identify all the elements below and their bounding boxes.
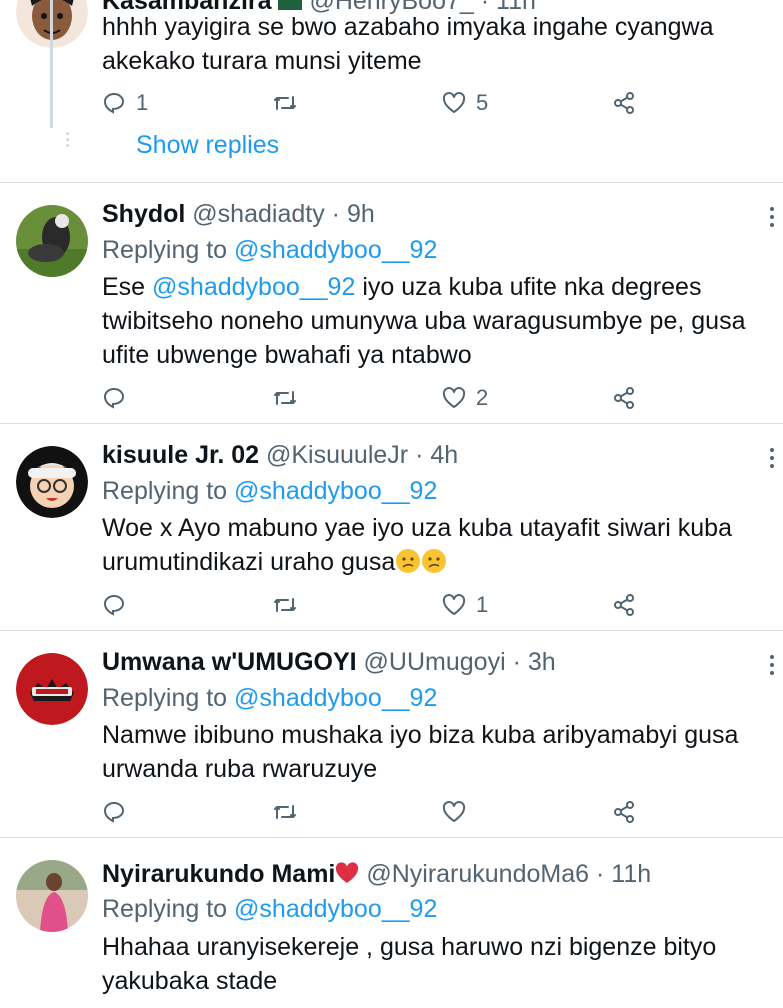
tweet[interactable]: Umwana w'UMUGOYI @UUmugoyi · 3h Replying… [0, 631, 783, 838]
retweet-button[interactable] [272, 383, 308, 413]
tweet-actions [102, 797, 662, 827]
tweet[interactable]: kisuule Jr. 02 @KisuuuleJr · 4h Replying… [0, 424, 783, 631]
share-button[interactable] [612, 797, 636, 827]
thread-dots [66, 132, 69, 150]
retweet-icon [274, 96, 296, 110]
share-icon [614, 92, 634, 114]
avatar[interactable] [16, 205, 88, 277]
like-button[interactable] [442, 797, 476, 827]
like-button[interactable]: 1 [442, 590, 488, 620]
display-name[interactable]: Umwana w'UMUGOYI [102, 648, 357, 676]
timestamp[interactable]: 11h [611, 860, 651, 888]
reply-button[interactable] [102, 797, 136, 827]
flag-icon [278, 0, 303, 10]
retweet-icon [274, 598, 296, 612]
show-replies-link[interactable]: Show replies [136, 130, 279, 160]
mention-link[interactable]: @shaddyboo__92 [234, 895, 437, 923]
tweet[interactable]: Nyirarukundo Mami @NyirarukundoMa6 · 11h… [0, 838, 783, 1008]
confused-face-icon [422, 549, 447, 573]
timestamp[interactable]: 9h [347, 200, 375, 228]
replying-prefix: Replying to [102, 895, 228, 923]
mention-link[interactable]: @shaddyboo__92 [234, 684, 437, 712]
reply-icon [103, 92, 125, 114]
replying-to: Replying to @shaddyboo__92 [102, 683, 437, 713]
separator: · [331, 200, 340, 228]
like-button[interactable]: 2 [442, 383, 488, 413]
handle[interactable]: @NyirarukundoMa6 [366, 860, 589, 888]
tweet[interactable]: Shydol @shadiadty · 9h Replying to @shad… [0, 183, 783, 424]
tweet-text: Ese @shaddyboo__92 iyo uza kuba ufite nk… [102, 270, 767, 372]
mention-link[interactable]: @shaddyboo__92 [234, 236, 437, 264]
timestamp[interactable]: 3h [528, 648, 556, 676]
thread-line [50, 0, 53, 128]
like-icon [442, 594, 466, 615]
like-icon [442, 387, 466, 408]
like-button[interactable]: 5 [442, 88, 488, 118]
tweet-header: Shydol @shadiadty · 9h [102, 199, 375, 229]
display-name[interactable]: kisuule Jr. 02 [102, 441, 259, 469]
replying-prefix: Replying to [102, 477, 228, 505]
avatar[interactable] [16, 446, 88, 518]
retweet-button[interactable] [272, 590, 308, 620]
avatar[interactable] [16, 653, 88, 725]
more-icon[interactable] [769, 655, 775, 679]
mention-link[interactable]: @shaddyboo__92 [152, 273, 355, 301]
share-button[interactable] [612, 590, 636, 620]
tweet-text: Namwe ibibuno mushaka iyo biza kuba arib… [102, 721, 739, 783]
tweet-header: kisuule Jr. 02 @KisuuuleJr · 4h [102, 440, 458, 470]
reply-icon [103, 387, 125, 409]
share-icon [614, 594, 634, 616]
reply-icon [103, 594, 125, 616]
tweet-text: Hhahaa uranyisekereje , gusa haruwo nzi … [102, 933, 717, 995]
text-prefix: Ese [102, 273, 146, 301]
confused-face-icon [396, 549, 421, 573]
handle[interactable]: @KisuuuleJr [266, 441, 408, 469]
retweet-icon [274, 391, 296, 405]
separator: · [595, 860, 605, 888]
reply-count: 1 [136, 90, 149, 115]
avatar[interactable] [16, 860, 88, 932]
like-count: 2 [476, 385, 489, 410]
tweet-text: Woe x Ayo mabuno yae iyo uza kuba utayaf… [102, 511, 767, 579]
replying-prefix: Replying to [102, 684, 228, 712]
more-icon[interactable] [769, 448, 775, 472]
tweet-actions: 1 [102, 590, 662, 620]
tweet-text: hhhh yayigira se bwo azabaho imyaka inga… [102, 13, 714, 75]
reply-button[interactable] [102, 590, 136, 620]
display-name[interactable]: Shydol [102, 200, 185, 228]
replying-prefix: Replying to [102, 236, 228, 264]
like-count: 5 [476, 90, 489, 115]
replying-to: Replying to @shaddyboo__92 [102, 894, 437, 924]
handle[interactable]: @shadiadty [192, 200, 324, 228]
tweet[interactable]: Kasambanzira @HenryBoo7_ · 11h hhhh yayi… [0, 0, 783, 183]
reply-button[interactable] [102, 383, 136, 413]
share-icon [614, 801, 634, 823]
like-count: 1 [476, 592, 489, 617]
tweet-header: Nyirarukundo Mami @NyirarukundoMa6 · 11h [102, 859, 651, 889]
retweet-button[interactable] [272, 797, 308, 827]
share-button[interactable] [612, 383, 636, 413]
retweet-button[interactable] [272, 88, 308, 118]
handle[interactable]: @UUmugoyi [364, 648, 506, 676]
red-heart-icon [336, 862, 359, 883]
more-icon[interactable] [769, 207, 775, 231]
timestamp[interactable]: 4h [430, 441, 458, 469]
mention-link[interactable]: @shaddyboo__92 [234, 477, 437, 505]
replying-to: Replying to @shaddyboo__92 [102, 476, 437, 506]
separator: · [415, 441, 424, 469]
tweet-header: Umwana w'UMUGOYI @UUmugoyi · 3h [102, 647, 556, 677]
share-button[interactable] [612, 88, 636, 118]
like-icon [442, 801, 466, 822]
share-icon [614, 387, 634, 409]
retweet-icon [274, 805, 296, 819]
reply-button[interactable]: 1 [102, 88, 148, 118]
like-icon [442, 92, 466, 113]
replying-to: Replying to @shaddyboo__92 [102, 235, 437, 265]
separator: · [512, 648, 521, 676]
reply-icon [103, 801, 125, 823]
tweet-actions: 2 [102, 383, 662, 413]
tweet-actions: 1 5 [102, 88, 662, 118]
display-name[interactable]: Nyirarukundo Mami [102, 860, 335, 888]
